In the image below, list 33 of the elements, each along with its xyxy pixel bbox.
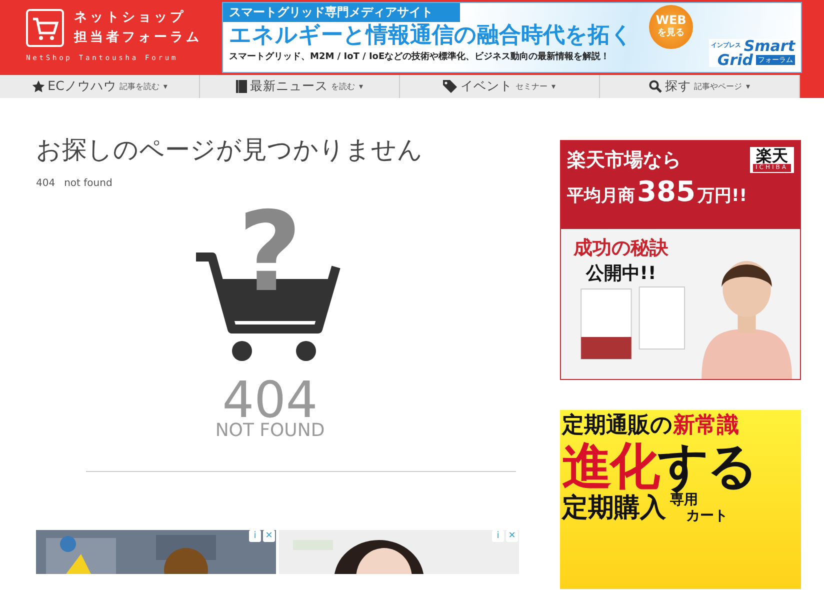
ad-pitch: 成功の秘訣: [574, 236, 668, 261]
ad-headline: 新常識: [673, 413, 739, 438]
book-icon: [236, 80, 247, 93]
nav-tab[interactable]: ECノウハウ 記事を読む ▾: [0, 75, 200, 98]
ad-headline: 定期購入: [562, 493, 666, 524]
search-icon: [648, 80, 662, 93]
brand-name: Grid: [717, 53, 753, 67]
ad-figure: 385: [637, 175, 696, 208]
ad-headline: 専用: [670, 492, 698, 508]
banner-headline: エネルギーと情報通信の融合時代を拓く: [228, 22, 633, 50]
ad-headline: 万円!!: [697, 185, 747, 207]
ad-headline: 平均月商: [567, 185, 635, 207]
nav-tab[interactable]: イベント セミナー ▾: [400, 75, 600, 98]
nav-tab[interactable]: 探す 記事やページ ▾: [600, 75, 800, 98]
logo-text: ネットショップ: [74, 8, 187, 27]
star-icon: [32, 80, 45, 93]
ad-headline: 進化: [562, 437, 658, 495]
brand-name: Smart: [744, 39, 795, 53]
logo-text: 担当者フォーラム: [74, 29, 202, 47]
tag-icon: [443, 80, 458, 93]
ad-pitch: 公開中!!: [586, 262, 656, 285]
ad-headline: カート: [686, 508, 728, 524]
cart-logo-icon: [26, 9, 64, 47]
banner-subtext: スマートグリッド、M2M / IoT / IoEなどの技術や標準化、ビジネス動向の最新情報を解説！: [228, 50, 610, 63]
banner-tagline: スマートグリッド専門メディアサイト: [223, 3, 460, 22]
nav-tab[interactable]: 最新ニュース を読む ▾: [200, 75, 400, 98]
error-note: not found: [64, 178, 112, 189]
ad-headline: 楽天市場なら: [567, 148, 681, 173]
error-label: NOT FOUND: [215, 421, 325, 441]
web-badge: WEB を見る: [649, 5, 693, 49]
ad-headline: 定期通販の: [562, 413, 673, 438]
error-code: 404: [36, 178, 56, 189]
page-title: お探しのページが見つかりません: [36, 134, 424, 166]
